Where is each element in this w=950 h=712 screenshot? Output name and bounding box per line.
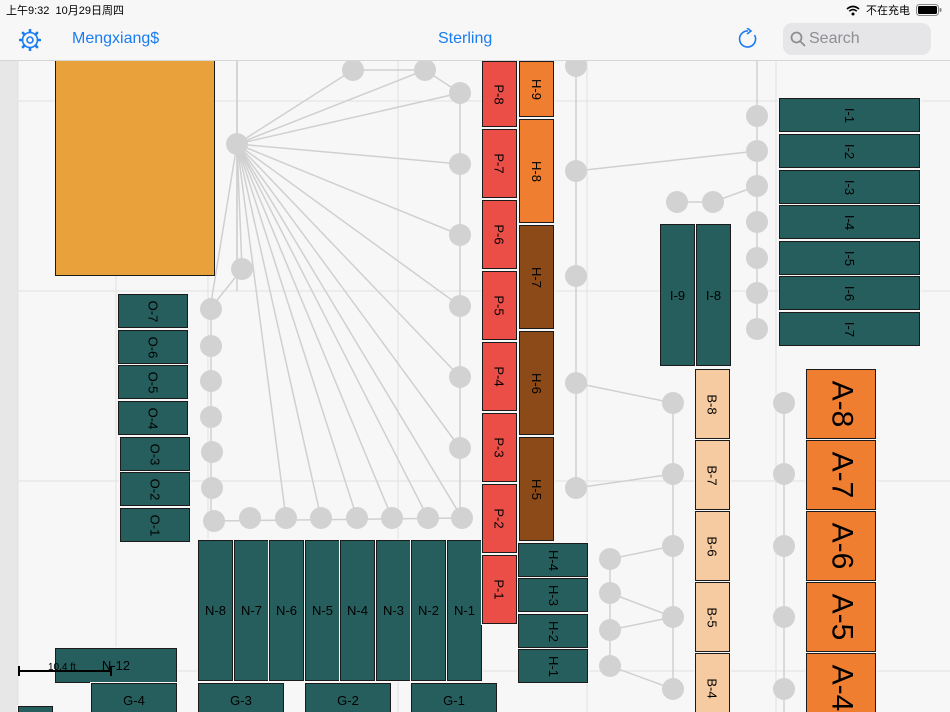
rack-n-6[interactable]: N-6	[268, 539, 305, 682]
rack-n-1[interactable]: N-1	[446, 539, 483, 682]
status-time-date: 上午9:32 10月29日周四	[6, 2, 124, 18]
search-icon	[790, 31, 806, 47]
rack-p-7[interactable]: P-7	[481, 128, 518, 199]
rack-o-4[interactable]: O-4	[117, 400, 189, 436]
navigation-bar: Mengxiang$ Sterling	[0, 18, 950, 61]
rack-p-3[interactable]: P-3	[481, 412, 518, 483]
rack-o-6[interactable]: O-6	[117, 329, 189, 365]
floor-map[interactable]: O-7 O-6 O-5 O-4 O-3 O-2 O-1 N-8 N-7 N-6 …	[0, 61, 950, 712]
rack-n-3[interactable]: N-3	[375, 539, 412, 682]
battery-icon	[916, 4, 942, 16]
rack-p-6[interactable]: P-6	[481, 199, 518, 270]
page-title: Sterling	[438, 30, 493, 47]
rack-a-5[interactable]: A-5	[805, 581, 877, 653]
rack-h-1[interactable]: H-1	[517, 648, 589, 684]
rack-p-2[interactable]: P-2	[481, 483, 518, 554]
rack-o-1[interactable]: O-1	[119, 507, 191, 543]
rack-h-2[interactable]: H-2	[517, 613, 589, 649]
rack-g-3[interactable]: G-3	[197, 682, 285, 712]
rack-p-5[interactable]: P-5	[481, 270, 518, 341]
rack-i-7[interactable]: I-7	[778, 311, 921, 347]
search-input[interactable]	[809, 23, 927, 55]
rack-h-8[interactable]: H-8	[518, 118, 555, 224]
rack-h-3[interactable]: H-3	[517, 577, 589, 613]
rack-h-7[interactable]: H-7	[518, 224, 555, 330]
scale-bar	[18, 666, 112, 676]
rack-a-6[interactable]: A-6	[805, 510, 877, 582]
rack-i-5[interactable]: I-5	[778, 240, 921, 276]
rack-n-2[interactable]: N-2	[410, 539, 447, 682]
rack-a-4[interactable]: A-4	[805, 652, 877, 712]
rack-i-4[interactable]: I-4	[778, 204, 921, 240]
status-bar: 上午9:32 10月29日周四 不在充电	[0, 0, 950, 18]
rack-n-5[interactable]: N-5	[304, 539, 341, 682]
rack-i-6[interactable]: I-6	[778, 275, 921, 311]
battery-status-text: 不在充电	[866, 5, 910, 17]
status-time: 上午9:32	[6, 5, 50, 17]
rack-i-8[interactable]: I-8	[695, 223, 732, 367]
search-bar[interactable]	[783, 23, 931, 55]
rack-h-5[interactable]: H-5	[518, 436, 555, 542]
rack-n-4[interactable]: N-4	[339, 539, 376, 682]
refresh-icon[interactable]	[737, 28, 759, 50]
gear-icon[interactable]	[19, 29, 41, 51]
site-selector-link[interactable]: Mengxiang$	[72, 30, 159, 48]
rack-i-9[interactable]: I-9	[659, 223, 696, 367]
rack-a-8[interactable]: A-8	[805, 368, 877, 440]
rack-o-2[interactable]: O-2	[119, 471, 191, 507]
rack-n-8[interactable]: N-8	[197, 539, 234, 682]
rack-p-4[interactable]: P-4	[481, 341, 518, 412]
rack-h-6[interactable]: H-6	[518, 330, 555, 436]
rack-p-8[interactable]: P-8	[481, 61, 518, 128]
rack-g-1[interactable]: G-1	[410, 682, 498, 712]
status-date: 10月29日周四	[55, 5, 125, 17]
rack-o-5[interactable]: O-5	[117, 364, 189, 400]
rack-h-4[interactable]: H-4	[517, 542, 589, 578]
rack-i-2[interactable]: I-2	[778, 133, 921, 169]
gold-zone[interactable]	[55, 61, 215, 276]
rack-a-7[interactable]: A-7	[805, 439, 877, 511]
rack-g-4[interactable]: G-4	[90, 682, 178, 712]
rack-o-3[interactable]: O-3	[119, 436, 191, 472]
status-right: 不在充电	[846, 2, 942, 18]
rack-b-8[interactable]: B-8	[694, 368, 731, 440]
rack-g-2[interactable]: G-2	[304, 682, 392, 712]
wifi-icon	[846, 5, 860, 15]
rack-o-7[interactable]: O-7	[117, 293, 189, 329]
rack-p-1[interactable]: P-1	[481, 554, 518, 625]
rack-b-6[interactable]: B-6	[694, 510, 731, 582]
rack-partial-edge[interactable]	[17, 705, 54, 712]
rack-i-3[interactable]: I-3	[778, 169, 921, 205]
rack-h-9[interactable]: H-9	[518, 61, 555, 118]
rack-i-1[interactable]: I-1	[778, 97, 921, 133]
rack-b-4[interactable]: B-4	[694, 652, 731, 712]
rack-b-5[interactable]: B-5	[694, 581, 731, 653]
rack-n-7[interactable]: N-7	[233, 539, 270, 682]
rack-b-7[interactable]: B-7	[694, 439, 731, 511]
